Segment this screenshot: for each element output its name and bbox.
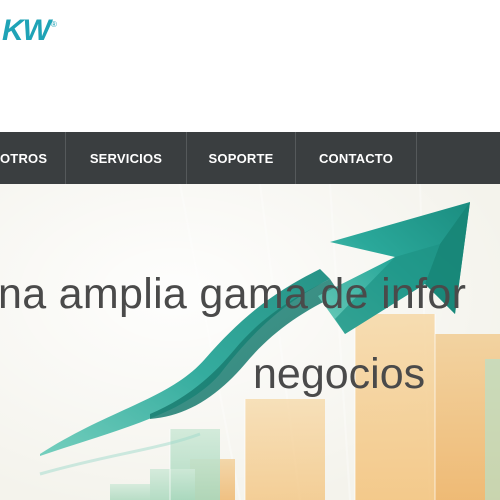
hero-headline-line1: na amplia gama de infor bbox=[0, 270, 467, 318]
main-navigation: OTROS SERVICIOS SOPORTE CONTACTO bbox=[0, 132, 500, 184]
nav-item-contacto[interactable]: CONTACTO bbox=[296, 132, 417, 184]
hero-headline-line2: negocios bbox=[253, 350, 426, 398]
nav-item-soporte[interactable]: SOPORTE bbox=[187, 132, 296, 184]
logo-text: KW bbox=[2, 14, 51, 47]
nav-item-servicios[interactable]: SERVICIOS bbox=[66, 132, 187, 184]
site-header: KW ® bbox=[0, 0, 500, 132]
nav-item-nosotros[interactable]: OTROS bbox=[0, 132, 66, 184]
logo-link[interactable]: KW ® bbox=[0, 14, 57, 54]
hero-background-graphic bbox=[0, 184, 500, 500]
registered-mark-icon: ® bbox=[50, 20, 57, 29]
page: KW ® OTROS SERVICIOS SOPORTE CONTACTO na… bbox=[0, 0, 500, 500]
hero-banner: na amplia gama de infor negocios bbox=[0, 184, 500, 500]
